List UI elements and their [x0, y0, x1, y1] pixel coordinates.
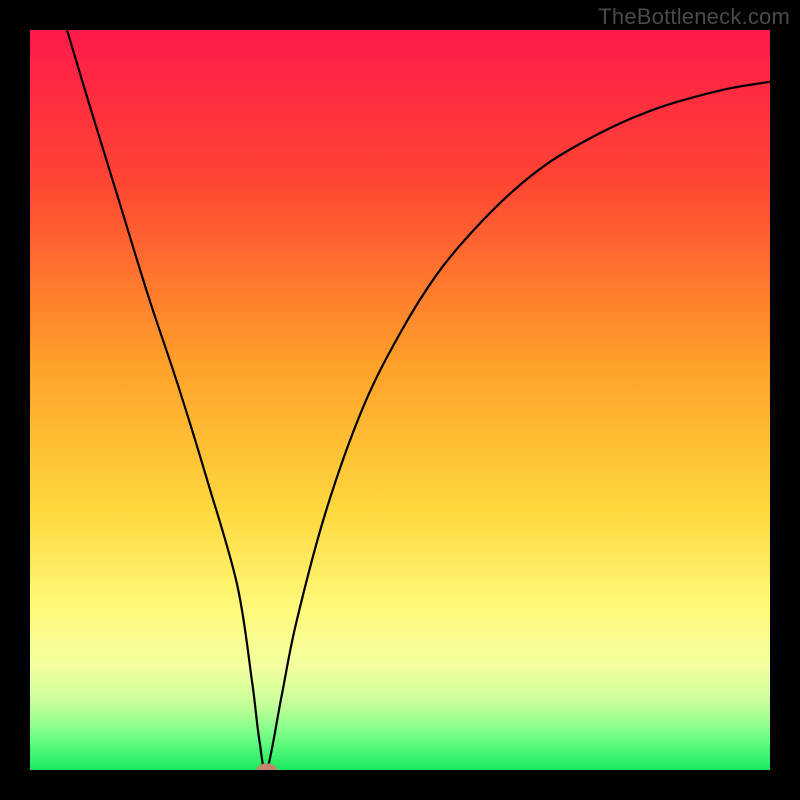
gradient-background — [30, 30, 770, 770]
watermark-text: TheBottleneck.com — [598, 4, 790, 30]
chart-svg — [30, 30, 770, 770]
chart-frame: { "watermark": "TheBottleneck.com", "col… — [0, 0, 800, 800]
plot-area — [30, 30, 770, 770]
